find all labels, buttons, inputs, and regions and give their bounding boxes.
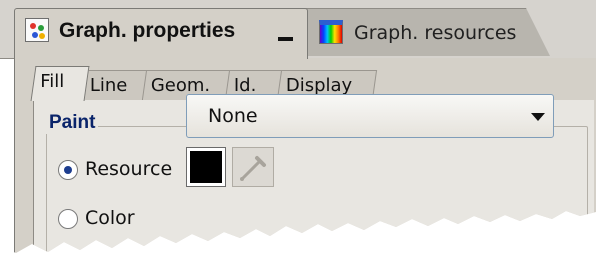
radio-selected-dot (64, 166, 72, 174)
resource-radio-label: Resource (85, 158, 173, 180)
subtab-fill[interactable]: Fill (30, 66, 90, 101)
subtab-line-label: Line (89, 75, 128, 96)
tab-graph-properties-label: Graph. properties (59, 19, 236, 42)
color-radio-button[interactable] (58, 209, 78, 229)
resource-select-value: None (208, 105, 258, 127)
subtab-fill-label: Fill (40, 71, 65, 92)
color-swatch[interactable] (186, 147, 226, 187)
graph-properties-panel: Graph. resources Graph. properties Fill … (0, 0, 596, 253)
tab-graph-resources-label: Graph. resources (354, 22, 517, 44)
tab-graph-resources[interactable]: Graph. resources (300, 8, 550, 56)
paint-group-title: Paint (46, 112, 99, 134)
color-radio-label: Color (85, 207, 135, 229)
chevron-down-icon (531, 113, 545, 121)
paint-group (46, 126, 588, 253)
resource-select[interactable]: None (186, 94, 554, 138)
eyedropper-button[interactable] (232, 147, 274, 187)
eyedropper-icon (240, 156, 266, 181)
resource-radio-button[interactable] (58, 160, 78, 180)
color-swatch-fill (190, 151, 222, 183)
subtab-line[interactable]: Line (80, 70, 152, 100)
minimize-icon[interactable] (278, 37, 293, 41)
tab-graph-properties[interactable]: Graph. properties (14, 8, 308, 59)
graph-properties-icon (25, 18, 49, 42)
graph-resources-icon (319, 20, 343, 44)
main-tab-strip: Graph. resources Graph. properties (0, 0, 596, 59)
